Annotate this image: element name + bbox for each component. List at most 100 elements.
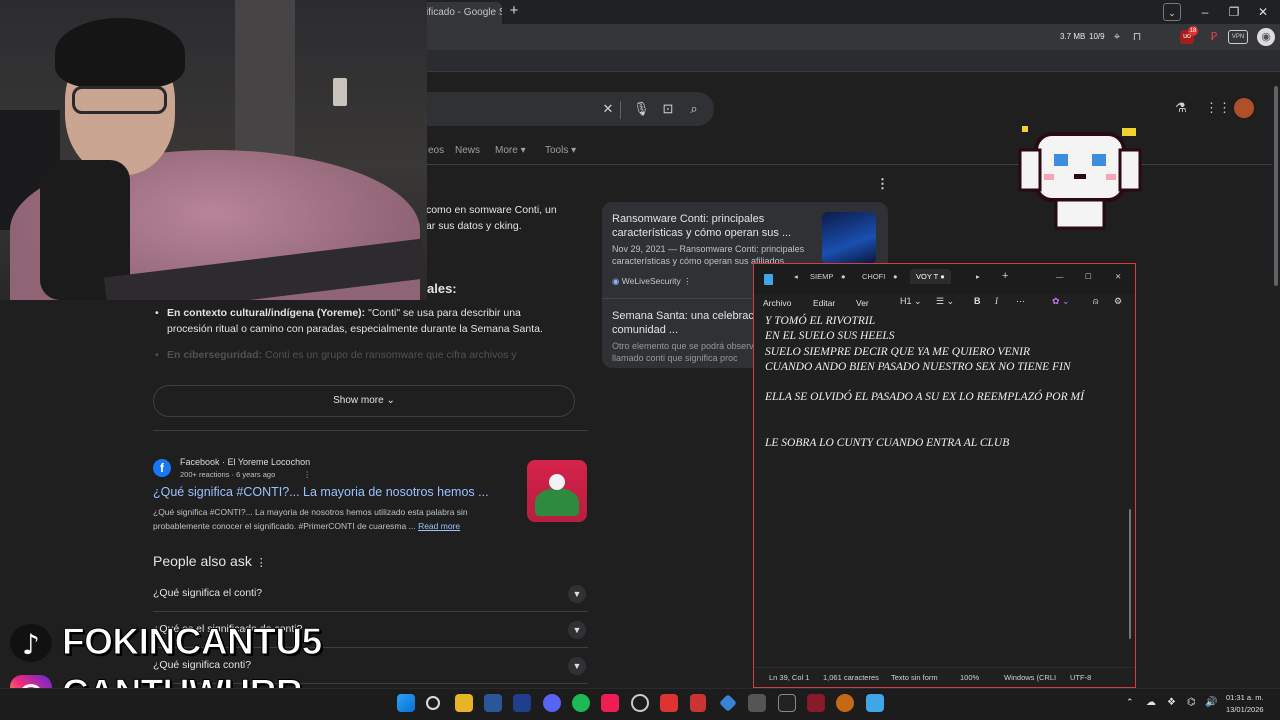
more-options-icon[interactable]: ⋮ — [876, 176, 889, 192]
account-icon[interactable]: ⍝ — [1093, 296, 1098, 307]
browser-tab-google[interactable]: ificado - Google S — [420, 2, 502, 24]
clear-search-icon[interactable]: ✕ — [600, 101, 616, 117]
taskbar-app-icon[interactable] — [484, 694, 502, 712]
result-title-link[interactable]: ¿Qué significa #CONTI?... La mayoria de … — [153, 485, 489, 499]
tray-overflow-icon[interactable]: ⌃ — [1126, 697, 1134, 708]
notepad-maximize-button[interactable]: ☐ — [1085, 272, 1092, 281]
bookmark-icon[interactable]: ⊓ — [1130, 30, 1144, 44]
tab-more[interactable]: More ▾ — [495, 145, 526, 156]
mascot-mouth — [1074, 174, 1086, 179]
account-avatar[interactable] — [1234, 98, 1254, 118]
notepad-taskbar-icon[interactable] — [866, 694, 884, 712]
tray-date[interactable]: 13/01/2026 — [1226, 705, 1264, 714]
more-icon[interactable]: ⋮ — [303, 470, 311, 479]
chevron-down-icon[interactable]: ▼ — [568, 657, 586, 675]
tab-tools[interactable]: Tools ▾ — [545, 145, 576, 156]
ai-section-heading: ales: — [427, 281, 457, 296]
copilot-icon[interactable]: ✿ ⌄ — [1052, 296, 1070, 307]
pixel-mascot — [1018, 126, 1142, 230]
extension-tp-icon[interactable]: Ꝑ — [1207, 30, 1221, 44]
tab-news[interactable]: News — [455, 145, 480, 156]
settings-gear-icon[interactable]: ⚙ — [1114, 296, 1122, 307]
source-card-title[interactable]: Ransomware Conti: principales caracterís… — [612, 212, 812, 240]
tab-tools-label: Tools — [545, 145, 569, 156]
show-more-label: Show more — [333, 395, 384, 406]
location-icon[interactable]: ⌖ — [1110, 30, 1124, 44]
tab-videos[interactable]: eos — [428, 145, 444, 156]
notepad-scrollbar[interactable] — [1129, 509, 1131, 639]
menu-ver[interactable]: Ver — [856, 298, 869, 308]
status-cursor-position: Ln 39, Col 1 — [769, 673, 810, 682]
profile-avatar-icon[interactable]: ◉ — [1257, 28, 1275, 46]
taskbar-app-icon[interactable] — [513, 694, 531, 712]
tray-wifi-icon[interactable]: ⌬ — [1187, 697, 1196, 708]
result-source: Facebook · El Yoreme Locochon — [180, 457, 311, 467]
result-meta: 200+ reactions · 6 years ago ⋮ — [180, 470, 311, 479]
microphone-icon[interactable]: 🎙 — [633, 101, 650, 117]
scrollbar-thumb[interactable] — [1274, 86, 1278, 286]
vpn-icon[interactable]: VPN — [1228, 30, 1248, 44]
italic-icon[interactable]: I — [995, 296, 998, 306]
tab-search-icon[interactable]: ⌄ — [1163, 3, 1181, 21]
read-more-link[interactable]: Read more — [418, 521, 460, 531]
more-icon[interactable]: ⋮ — [256, 557, 267, 569]
tab-scroll-right-icon[interactable]: ▸ — [976, 272, 980, 281]
new-tab-icon[interactable]: + — [1002, 270, 1008, 282]
apps-grid-icon[interactable]: ⋮⋮ — [1205, 100, 1231, 116]
minimize-button[interactable]: – — [1196, 3, 1214, 21]
taskbar-app-icon[interactable] — [690, 694, 706, 712]
status-zoom[interactable]: 100% — [960, 673, 979, 682]
tray-network-icon[interactable]: ☁ — [1146, 697, 1156, 708]
paa-question[interactable]: ¿Qué significa el conti? ▼ — [153, 576, 588, 612]
epic-games-icon[interactable] — [778, 694, 796, 712]
notepad-tab-label: VOY T — [916, 272, 939, 281]
source-card-thumbnail[interactable] — [822, 212, 876, 264]
result-thumbnail[interactable] — [527, 460, 587, 522]
tab-scroll-left-icon[interactable]: ◂ — [794, 272, 798, 281]
show-more-button[interactable]: Show more ⌄ — [153, 385, 575, 417]
taskbar-search-icon[interactable] — [426, 696, 440, 710]
file-explorer-icon[interactable] — [455, 694, 473, 712]
menu-archivo[interactable]: Archivo — [763, 298, 791, 308]
maximize-button[interactable]: ❐ — [1225, 3, 1243, 21]
tiktok-handle-overlay: ♪ FOKINCANTU5 — [0, 621, 360, 665]
search-icon[interactable]: ⌕ — [686, 101, 702, 117]
tab-more-label: More — [495, 145, 518, 156]
labs-flask-icon[interactable]: ⚗ — [1173, 100, 1189, 116]
chevron-down-icon[interactable]: ▼ — [568, 585, 586, 603]
taskbar-app-icon[interactable] — [748, 694, 766, 712]
vivaldi-browser-icon[interactable] — [660, 694, 678, 712]
notepad-tab[interactable]: SIEMP — [810, 272, 833, 281]
spotify-icon[interactable] — [572, 694, 590, 712]
notepad-close-button[interactable]: ✕ — [1115, 272, 1121, 281]
notepad-tab-active[interactable]: VOY T ● — [910, 269, 951, 284]
more-icon[interactable]: ⋮ — [683, 276, 692, 286]
tray-volume-icon[interactable]: 🔊 — [1205, 697, 1217, 708]
taskbar-app-icon[interactable] — [807, 694, 825, 712]
menu-editar[interactable]: Editar — [813, 298, 835, 308]
mascot-left-cheek — [1044, 174, 1054, 180]
notepad-tab[interactable]: CHOFI — [862, 272, 885, 281]
notepad-minimize-button[interactable]: — — [1056, 272, 1064, 281]
tray-time[interactable]: 01:31 a. m. — [1226, 693, 1264, 702]
tiktok-handle: FOKINCANTU5 — [62, 621, 323, 663]
new-tab-button[interactable]: + — [506, 3, 522, 19]
status-encoding: UTF-8 — [1070, 673, 1092, 682]
more-formatting-icon[interactable]: ⋯ — [1016, 296, 1025, 307]
windows-start-icon[interactable] — [397, 694, 415, 712]
chevron-down-icon[interactable]: ▼ — [568, 621, 586, 639]
tray-app-icon[interactable]: ❖ — [1167, 697, 1176, 708]
bold-icon[interactable]: B — [974, 296, 981, 306]
lens-icon[interactable]: ⊡ — [660, 101, 676, 117]
page-scrollbar[interactable] — [1272, 72, 1280, 688]
notepad-document-text[interactable]: Y TOMÓ EL RIVOTRIL EN EL SUELO SUS HEELS… — [765, 314, 1125, 452]
discord-icon[interactable] — [543, 694, 561, 712]
close-window-button[interactable]: ✕ — [1254, 3, 1272, 21]
tiktok-app-icon[interactable] — [601, 694, 619, 712]
taskbar-app-icon[interactable] — [836, 694, 854, 712]
heading-select[interactable]: H1 ⌄ — [900, 296, 922, 307]
list-format-icon[interactable]: ☰ ⌄ — [936, 296, 954, 307]
github-icon[interactable] — [631, 694, 649, 712]
mascot-body — [1054, 198, 1106, 230]
facebook-icon: f — [153, 459, 171, 477]
